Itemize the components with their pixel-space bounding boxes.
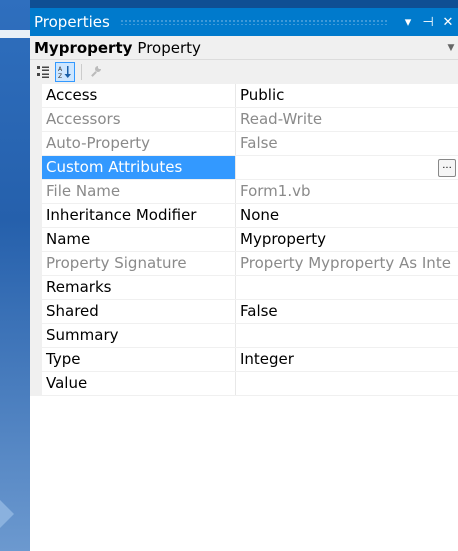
svg-text:A: A: [58, 66, 63, 73]
property-name[interactable]: Type: [42, 348, 236, 371]
alphabetical-icon[interactable]: A Z: [55, 62, 75, 82]
window-position-dropdown-icon[interactable]: ▾: [398, 15, 418, 30]
property-row[interactable]: Shared False: [30, 300, 458, 324]
property-name[interactable]: Remarks: [42, 276, 236, 299]
property-row-margin: [30, 372, 42, 395]
property-value-text: Integer: [240, 350, 294, 368]
property-row-margin: [30, 348, 42, 371]
property-row-margin: [30, 228, 42, 251]
property-row[interactable]: Access Public: [30, 84, 458, 108]
property-name[interactable]: Summary: [42, 324, 236, 347]
property-name[interactable]: Access: [42, 84, 236, 107]
property-row[interactable]: Type Integer: [30, 348, 458, 372]
chevron-right-icon: [0, 500, 14, 528]
property-value-text: Public: [240, 86, 285, 104]
close-icon[interactable]: ✕: [438, 15, 458, 30]
property-name[interactable]: Property Signature: [42, 252, 236, 275]
object-selector[interactable]: Myproperty Property ▼: [30, 36, 458, 60]
property-row-margin: [30, 252, 42, 275]
toolbar-separator: [81, 64, 82, 80]
property-row[interactable]: Summary: [30, 324, 458, 348]
property-row-margin: [30, 132, 42, 155]
property-value: False: [236, 132, 458, 155]
property-name[interactable]: Custom Attributes: [42, 156, 236, 179]
property-value-text: False: [240, 134, 278, 152]
property-value[interactable]: None: [236, 204, 458, 227]
property-name[interactable]: Inheritance Modifier: [42, 204, 236, 227]
property-value[interactable]: [236, 324, 458, 347]
property-value[interactable]: Integer: [236, 348, 458, 371]
properties-toolbar: A Z: [30, 60, 458, 84]
property-row[interactable]: File Name Form1.vb: [30, 180, 458, 204]
property-row[interactable]: Value: [30, 372, 458, 396]
property-name[interactable]: Value: [42, 372, 236, 395]
property-row[interactable]: Remarks: [30, 276, 458, 300]
property-value[interactable]: Public: [236, 84, 458, 107]
property-value[interactable]: ...: [236, 156, 458, 179]
property-row-margin: [30, 156, 42, 179]
property-row[interactable]: Inheritance Modifier None: [30, 204, 458, 228]
property-value: Read-Write: [236, 108, 458, 131]
ellipsis-button[interactable]: ...: [438, 159, 456, 177]
panel-title: Properties: [34, 13, 110, 31]
object-type: Property: [137, 38, 201, 57]
property-value[interactable]: [236, 372, 458, 395]
property-row[interactable]: Accessors Read-Write: [30, 108, 458, 132]
property-value[interactable]: False: [236, 300, 458, 323]
property-value-text: None: [240, 206, 280, 224]
property-row-margin: [30, 204, 42, 227]
property-value: Property Myproperty As Inte: [236, 252, 458, 275]
property-value-text: Property Myproperty As Inte: [240, 254, 451, 272]
property-name[interactable]: Shared: [42, 300, 236, 323]
object-name: Myproperty: [34, 38, 133, 57]
property-row-margin: [30, 84, 42, 107]
property-value[interactable]: [236, 276, 458, 299]
property-name[interactable]: Auto-Property: [42, 132, 236, 155]
property-value-text: Read-Write: [240, 110, 323, 128]
svg-text:Z: Z: [58, 73, 62, 79]
property-row-margin: [30, 276, 42, 299]
property-row[interactable]: Name Myproperty: [30, 228, 458, 252]
property-value-text: Form1.vb: [240, 182, 311, 200]
drag-grip[interactable]: [119, 19, 388, 25]
properties-panel: Properties ▾ ⊣ ✕ Myproperty Property ▼ A…: [30, 8, 458, 551]
property-name[interactable]: File Name: [42, 180, 236, 203]
background-desktop: [0, 0, 30, 551]
property-grid-empty-area: [30, 478, 458, 551]
property-row[interactable]: Property Signature Property Myproperty As…: [30, 252, 458, 276]
property-row-margin: [30, 180, 42, 203]
panel-titlebar[interactable]: Properties ▾ ⊣ ✕: [30, 8, 458, 36]
auto-hide-pin-icon[interactable]: ⊣: [418, 15, 438, 30]
property-grid: Access Public Accessors Read-Write Auto-Prop…: [30, 84, 458, 396]
property-name[interactable]: Name: [42, 228, 236, 251]
property-row-margin: [30, 324, 42, 347]
property-value: Form1.vb: [236, 180, 458, 203]
property-row-margin: [30, 108, 42, 131]
property-name[interactable]: Accessors: [42, 108, 236, 131]
property-row[interactable]: Custom Attributes...: [30, 156, 458, 180]
categorized-icon[interactable]: [33, 62, 53, 82]
wrench-icon[interactable]: [86, 62, 106, 82]
property-row[interactable]: Auto-Property False: [30, 132, 458, 156]
property-value[interactable]: Myproperty: [236, 228, 458, 251]
property-value-text: Myproperty: [240, 230, 327, 248]
background-strip: [0, 30, 30, 38]
chevron-down-icon[interactable]: ▼: [444, 43, 458, 53]
property-value-text: False: [240, 302, 278, 320]
property-row-margin: [30, 300, 42, 323]
